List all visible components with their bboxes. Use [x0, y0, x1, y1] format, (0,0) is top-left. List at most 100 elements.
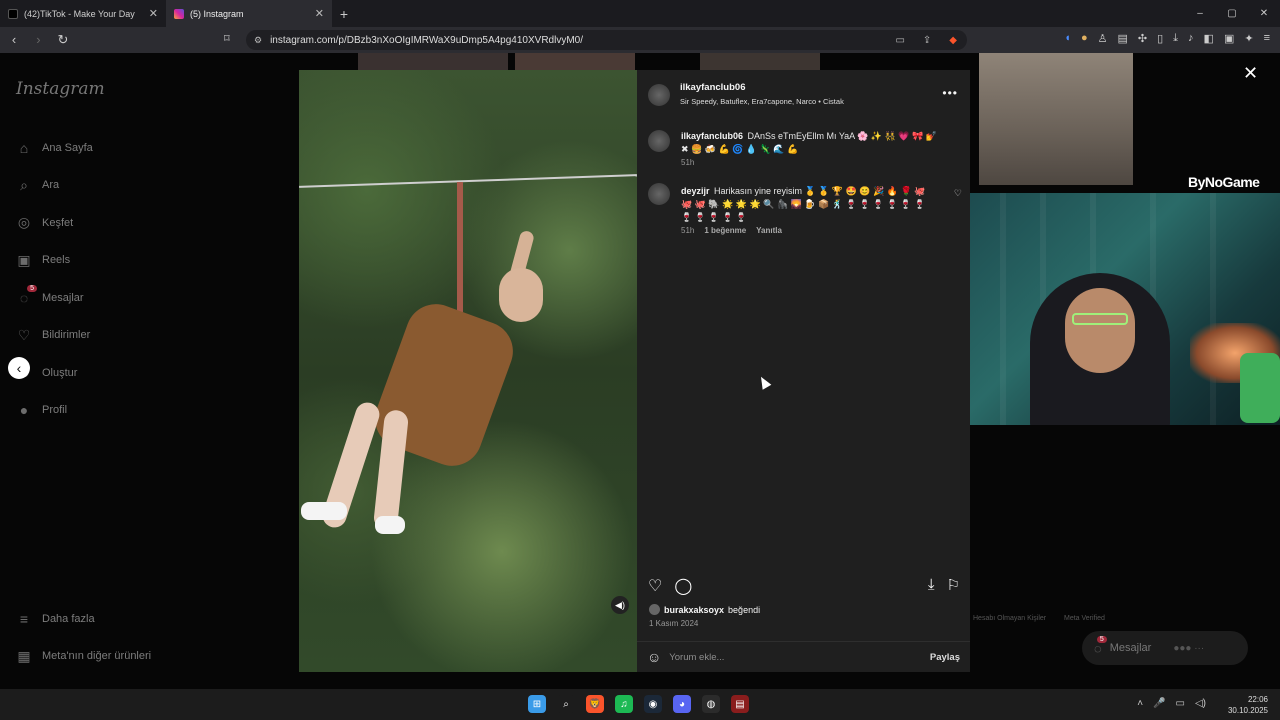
sidebar-item-messages[interactable]: ◌ 5 Mesajlar — [16, 279, 93, 317]
windows-start-icon[interactable]: ⊞ — [528, 695, 546, 713]
sidebar-item-profile[interactable]: ● Profil — [16, 392, 93, 430]
tab-instagram[interactable]: (5) Instagram ✕ — [166, 0, 332, 27]
forward-icon[interactable]: › — [28, 32, 48, 47]
comment-input[interactable]: Yorum ekle... — [669, 652, 922, 663]
footer-link[interactable]: Hesabı Olmayan Kişiler — [973, 615, 1046, 622]
caption-username[interactable]: ilkayfanclub06 — [681, 131, 743, 141]
webcam-overlay-secondary — [979, 53, 1133, 185]
clock-time: 22:06 — [1247, 695, 1268, 704]
author-username[interactable]: ilkayfanclub06 — [680, 82, 745, 93]
reply-button[interactable]: Yanıtla — [756, 226, 782, 235]
download-icon[interactable]: ⤓ — [1173, 32, 1178, 45]
bookmark-icon[interactable]: ⌑ — [224, 32, 230, 45]
mute-toggle-button[interactable]: ◀) — [611, 596, 629, 614]
meta-icon: ▦ — [17, 647, 31, 664]
sidebar-item-meta[interactable]: ▦ Meta'nın diğer ürünleri — [16, 638, 151, 676]
tray-overflow-icon[interactable]: ˄ — [1137, 698, 1143, 709]
caption-avatar[interactable] — [648, 130, 670, 152]
close-tab-icon[interactable]: ✕ — [149, 7, 158, 20]
back-icon[interactable]: ‹ — [4, 32, 24, 47]
minimize-button[interactable]: – — [1184, 0, 1216, 27]
leo-ai-icon[interactable]: ✦ — [1244, 32, 1253, 45]
spotify-icon[interactable]: ♫ — [615, 695, 633, 713]
sidebar-item-search[interactable]: ⌕ Ara — [16, 167, 93, 205]
background-post-thumbnail — [515, 53, 635, 70]
extension-icon[interactable]: ♙ — [1098, 32, 1108, 45]
sidebar-panel-icon[interactable]: ▯ — [1157, 32, 1163, 45]
extension-icon[interactable]: ▤ — [1117, 32, 1127, 45]
microphone-icon[interactable]: 🎤 — [1153, 698, 1165, 709]
footer-link[interactable]: Meta Verified — [1064, 615, 1105, 622]
sidebar-item-label: Ana Sayfa — [42, 141, 93, 154]
like-icon[interactable]: ♡ — [648, 576, 662, 596]
close-window-button[interactable]: ✕ — [1248, 0, 1280, 27]
person-head — [499, 268, 543, 322]
voicemeeter-icon[interactable]: ▤ — [731, 695, 749, 713]
media-icon[interactable]: ♪ — [1188, 32, 1194, 45]
url-text[interactable]: instagram.com/p/DBzb3nXoOIgIMRWaX9uDmp5A… — [270, 35, 887, 46]
obs-icon[interactable]: ◍ — [702, 695, 720, 713]
author-avatar[interactable] — [648, 84, 670, 106]
volume-icon[interactable]: ◁) — [1195, 698, 1206, 709]
cast-icon[interactable]: ▭ — [895, 35, 914, 46]
sidebar-item-label: Ara — [42, 179, 60, 192]
sidebar-item-label: Meta'nın diğer ürünleri — [42, 650, 152, 663]
background-post-thumbnail — [700, 53, 820, 70]
sidebar-item-explore[interactable]: ◎ Keşfet — [16, 204, 93, 242]
more-options-button[interactable]: ••• — [942, 86, 958, 100]
wallet-icon[interactable]: ▣ — [1224, 32, 1234, 45]
speaker-icon: ◀) — [615, 599, 625, 610]
messages-badge: 5 — [1096, 635, 1107, 643]
extensions-puzzle-icon[interactable]: ✣ — [1138, 32, 1147, 45]
download-icon[interactable]: ⤓ — [928, 576, 935, 594]
tab-tiktok[interactable]: (42)TikTok - Make Your Day ✕ — [0, 0, 166, 27]
save-bookmark-icon[interactable]: ⚐ — [947, 576, 960, 594]
emoji-icon[interactable]: ☺ — [647, 649, 661, 665]
collaborators-line[interactable]: Sir Speedy, Batuflex, Era7capone, Narco … — [680, 97, 844, 106]
liked-by-username[interactable]: burakxaksoyx — [664, 605, 724, 615]
sidebar-icon[interactable]: ◧ — [1204, 32, 1214, 45]
discord-icon[interactable]: ◕ — [673, 695, 691, 713]
sidebar-item-label: Reels — [42, 254, 71, 267]
post-comment-button[interactable]: Paylaş — [930, 652, 960, 663]
comment-icon[interactable]: ◯ — [674, 576, 692, 596]
previous-post-button[interactable]: ‹ — [8, 357, 30, 379]
sidebar-item-notifications[interactable]: ♡ Bildirimler — [16, 317, 93, 355]
sidebar-item-reels[interactable]: ▣ Reels — [16, 242, 93, 280]
new-tab-button[interactable]: + — [332, 6, 356, 22]
caption-time: 51h — [681, 158, 695, 167]
sidebar-item-more[interactable]: ≡ Daha fazla — [16, 600, 151, 638]
liked-by-line: burakxaksoyx beğendi — [649, 604, 760, 615]
extension-icon[interactable]: ◖ — [1064, 32, 1071, 45]
steam-icon[interactable]: ◉ — [644, 695, 662, 713]
url-field[interactable]: ⚙ instagram.com/p/DBzb3nXoOIgIMRWaX9uDmp… — [246, 30, 967, 50]
liker-avatar[interactable] — [649, 604, 660, 615]
messages-pill-label: Mesajlar — [1109, 642, 1152, 654]
comment-username[interactable]: deyzijr — [681, 186, 710, 196]
reels-icon: ▣ — [17, 251, 31, 268]
menu-icon[interactable]: ≡ — [1264, 32, 1270, 45]
close-tab-icon[interactable]: ✕ — [315, 7, 324, 20]
brave-browser-icon[interactable]: 🦁 — [586, 695, 604, 713]
network-icon[interactable]: ▭ — [1176, 698, 1185, 709]
sidebar-item-home[interactable]: ⌂ Ana Sayfa — [16, 129, 93, 167]
reload-icon[interactable]: ↻ — [53, 32, 73, 48]
instagram-logo[interactable]: Instagram — [16, 79, 105, 99]
close-modal-button[interactable]: ✕ — [1243, 63, 1258, 84]
post-video[interactable]: ◀) — [299, 70, 637, 672]
taskbar-clock[interactable]: 22:06 30.10.2025 — [1228, 694, 1268, 716]
harness-strap — [457, 182, 463, 312]
search-icon[interactable]: ⌕ — [557, 695, 575, 713]
extension-icon[interactable]: ● — [1081, 32, 1088, 45]
brave-shield-icon[interactable]: ◆ — [949, 35, 967, 46]
comment: deyzijr Harikasın yine reyisim 🥇 🥇 🏆 🤩 😊… — [681, 184, 937, 223]
comment-like-icon[interactable]: ♡ — [954, 188, 962, 199]
site-info-icon[interactable]: ⚙ — [254, 35, 262, 46]
comment-avatar[interactable] — [648, 183, 670, 205]
comment-likes-link[interactable]: 1 beğenme — [704, 226, 746, 235]
messages-pill[interactable]: ◌ 5 Mesajlar ●●● ··· — [1082, 631, 1248, 665]
streamer-face — [1065, 288, 1135, 373]
maximize-button[interactable]: ▢ — [1216, 0, 1248, 27]
sidebar-item-label: Mesajlar — [42, 291, 84, 304]
share-icon[interactable]: ⇪ — [923, 35, 941, 46]
